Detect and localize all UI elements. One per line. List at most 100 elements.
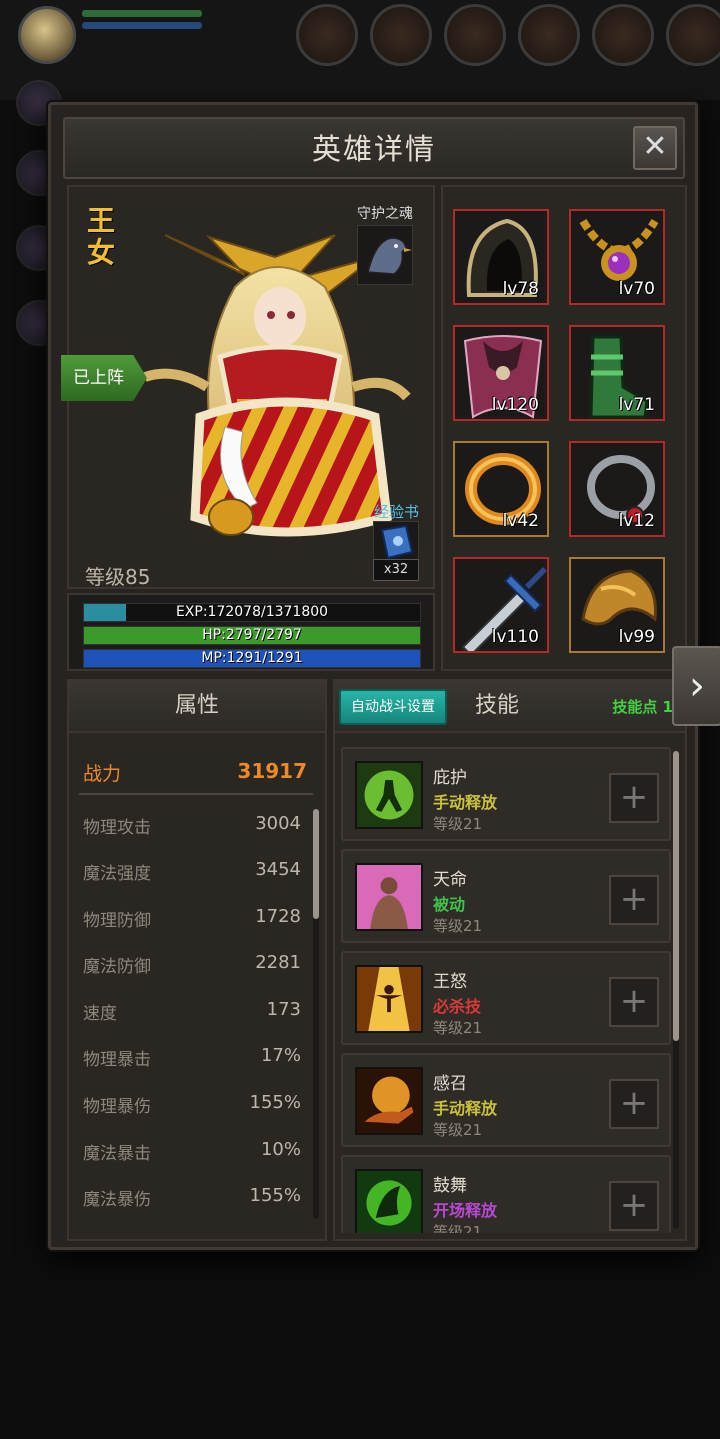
attribute-row: 速度 173	[83, 999, 301, 1029]
game-screen: 英雄详情 ✕ 王女 已上阵 守护之魂 经验书 x32 等级85 EXP:1720…	[0, 0, 720, 1439]
equipment-level: lv70	[618, 279, 655, 299]
next-hero-button[interactable]: ›	[672, 646, 720, 726]
auto-battle-settings-button[interactable]: 自动战斗设置	[339, 689, 447, 725]
background-hud	[0, 0, 720, 100]
close-icon: ✕	[642, 129, 668, 164]
attribute-name: 物理暴伤	[83, 1097, 151, 1117]
equipment-slot-cape[interactable]: lv120	[453, 325, 549, 421]
background-slot-icon	[444, 4, 506, 66]
attributes-scrollbar-thumb[interactable]	[313, 809, 319, 919]
equipment-level: lv78	[502, 279, 539, 299]
skill-item[interactable]: 鼓舞 开场释放 等级21 +	[341, 1155, 671, 1233]
background-hp-bar	[82, 10, 202, 17]
attributes-scrollbar[interactable]	[313, 809, 319, 1219]
skill-name: 鼓舞	[433, 1176, 467, 1196]
attribute-row: 物理攻击 3004	[83, 813, 301, 843]
combat-power-label: 战力	[83, 763, 122, 785]
equipment-slot-boots[interactable]: lv71	[569, 325, 665, 421]
inspire-icon	[355, 1169, 423, 1233]
upgrade-skill-button[interactable]: +	[609, 875, 659, 925]
attribute-row: 物理暴伤 155%	[83, 1092, 301, 1122]
guard-soul-slot[interactable]	[357, 225, 413, 285]
upgrade-skill-button[interactable]: +	[609, 1079, 659, 1129]
attribute-name: 魔法强度	[83, 864, 151, 884]
skill-level: 等级21	[433, 1223, 483, 1233]
hp-bar: HP:2797/2797	[83, 626, 421, 645]
close-button[interactable]: ✕	[633, 126, 677, 170]
equipment-level: lv42	[502, 511, 539, 531]
exp-book-label: 经验书	[373, 503, 419, 521]
equipment-slot-amulet[interactable]: lv70	[569, 209, 665, 305]
attribute-name: 物理攻击	[83, 818, 151, 838]
attribute-value: 17%	[260, 1045, 301, 1066]
skill-name: 王怒	[433, 972, 467, 992]
skill-points: 技能点 1	[612, 698, 673, 716]
skill-item[interactable]: 庇护 手动释放 等级21 +	[341, 747, 671, 841]
attribute-name: 魔法防御	[83, 957, 151, 977]
attribute-value: 3004	[255, 813, 301, 834]
attribute-value: 173	[266, 999, 301, 1020]
shield-figure-icon	[355, 761, 423, 829]
skills-scrollbar-thumb[interactable]	[673, 751, 679, 1041]
equipment-level: lv110	[491, 627, 539, 647]
skills-scrollbar[interactable]	[673, 751, 679, 1229]
skill-type: 开场释放	[433, 1201, 498, 1220]
attribute-row: 魔法暴击 10%	[83, 1139, 301, 1169]
skills-header: 自动战斗设置 技能 技能点 1	[335, 681, 685, 733]
equipment-slot-sword[interactable]: lv110	[453, 557, 549, 653]
skills-panel: 自动战斗设置 技能 技能点 1 庇护 手动释放 等级21 + 天命 被动 等级2…	[333, 679, 687, 1241]
equipment-panel: lv78 lv70 lv120 lv71 lv42 lv12 lv110 lv9…	[441, 185, 687, 671]
skill-level: 等级21	[433, 917, 483, 935]
combat-power-row: 战力 31917	[79, 755, 313, 795]
deployed-tag: 已上阵	[61, 355, 147, 401]
attribute-name: 物理暴击	[83, 1050, 151, 1070]
wrath-light-icon	[355, 965, 423, 1033]
attributes-panel: 属性 战力 31917 物理攻击 3004 魔法强度 3454 物理防御 172…	[67, 679, 327, 1241]
attribute-name: 物理防御	[83, 911, 151, 931]
equipment-slot-hood[interactable]: lv78	[453, 209, 549, 305]
skill-item[interactable]: 王怒 必杀技 等级21 +	[341, 951, 671, 1045]
equipment-slot-bracelet[interactable]: lv12	[569, 441, 665, 537]
attribute-row: 魔法暴伤 155%	[83, 1185, 301, 1215]
equipment-slot-ring[interactable]: lv42	[453, 441, 549, 537]
skills-title: 技能	[475, 693, 520, 718]
attribute-value: 1728	[255, 906, 301, 927]
hero-detail-dialog: 英雄详情 ✕ 王女 已上阵 守护之魂 经验书 x32 等级85 EXP:1720…	[48, 102, 698, 1250]
attribute-row: 魔法防御 2281	[83, 952, 301, 982]
equipment-slot-shoulder[interactable]: lv99	[569, 557, 665, 653]
skill-name: 庇护	[433, 768, 467, 788]
skill-level: 等级21	[433, 1121, 483, 1139]
attribute-value: 2281	[255, 952, 301, 973]
attribute-name: 速度	[83, 1004, 117, 1024]
skill-type: 手动释放	[433, 793, 498, 812]
attribute-row: 魔法强度 3454	[83, 859, 301, 889]
equipment-level: lv120	[491, 395, 539, 415]
skill-item[interactable]: 天命 被动 等级21 +	[341, 849, 671, 943]
attribute-name: 魔法暴击	[83, 1144, 151, 1164]
skill-level: 等级21	[433, 815, 483, 833]
upgrade-skill-button[interactable]: +	[609, 977, 659, 1027]
background-hero-avatar	[18, 6, 76, 64]
destiny-figure-icon	[355, 863, 423, 931]
dialog-title-bar: 英雄详情 ✕	[63, 117, 685, 179]
skill-level: 等级21	[433, 1019, 483, 1037]
hp-bar-text: HP:2797/2797	[202, 627, 302, 643]
skill-item[interactable]: 感召 手动释放 等级21 +	[341, 1053, 671, 1147]
attribute-value: 10%	[260, 1139, 301, 1160]
attribute-value: 155%	[249, 1185, 301, 1206]
upgrade-skill-button[interactable]: +	[609, 1181, 659, 1231]
summon-hand-icon	[355, 1067, 423, 1135]
skill-type: 必杀技	[433, 997, 482, 1016]
mp-bar-text: MP:1291/1291	[201, 650, 303, 666]
exp-bar: EXP:172078/1371800	[83, 603, 421, 622]
mp-bar: MP:1291/1291	[83, 649, 421, 668]
attribute-value: 155%	[249, 1092, 301, 1113]
hero-level: 等级85	[85, 565, 151, 589]
skill-name: 感召	[433, 1074, 467, 1094]
background-slot-icon	[666, 4, 720, 66]
book-icon	[380, 524, 414, 560]
upgrade-skill-button[interactable]: +	[609, 773, 659, 823]
background-slot-icon	[370, 4, 432, 66]
guard-soul-label: 守护之魂	[357, 206, 413, 222]
equipment-level: lv12	[618, 511, 655, 531]
